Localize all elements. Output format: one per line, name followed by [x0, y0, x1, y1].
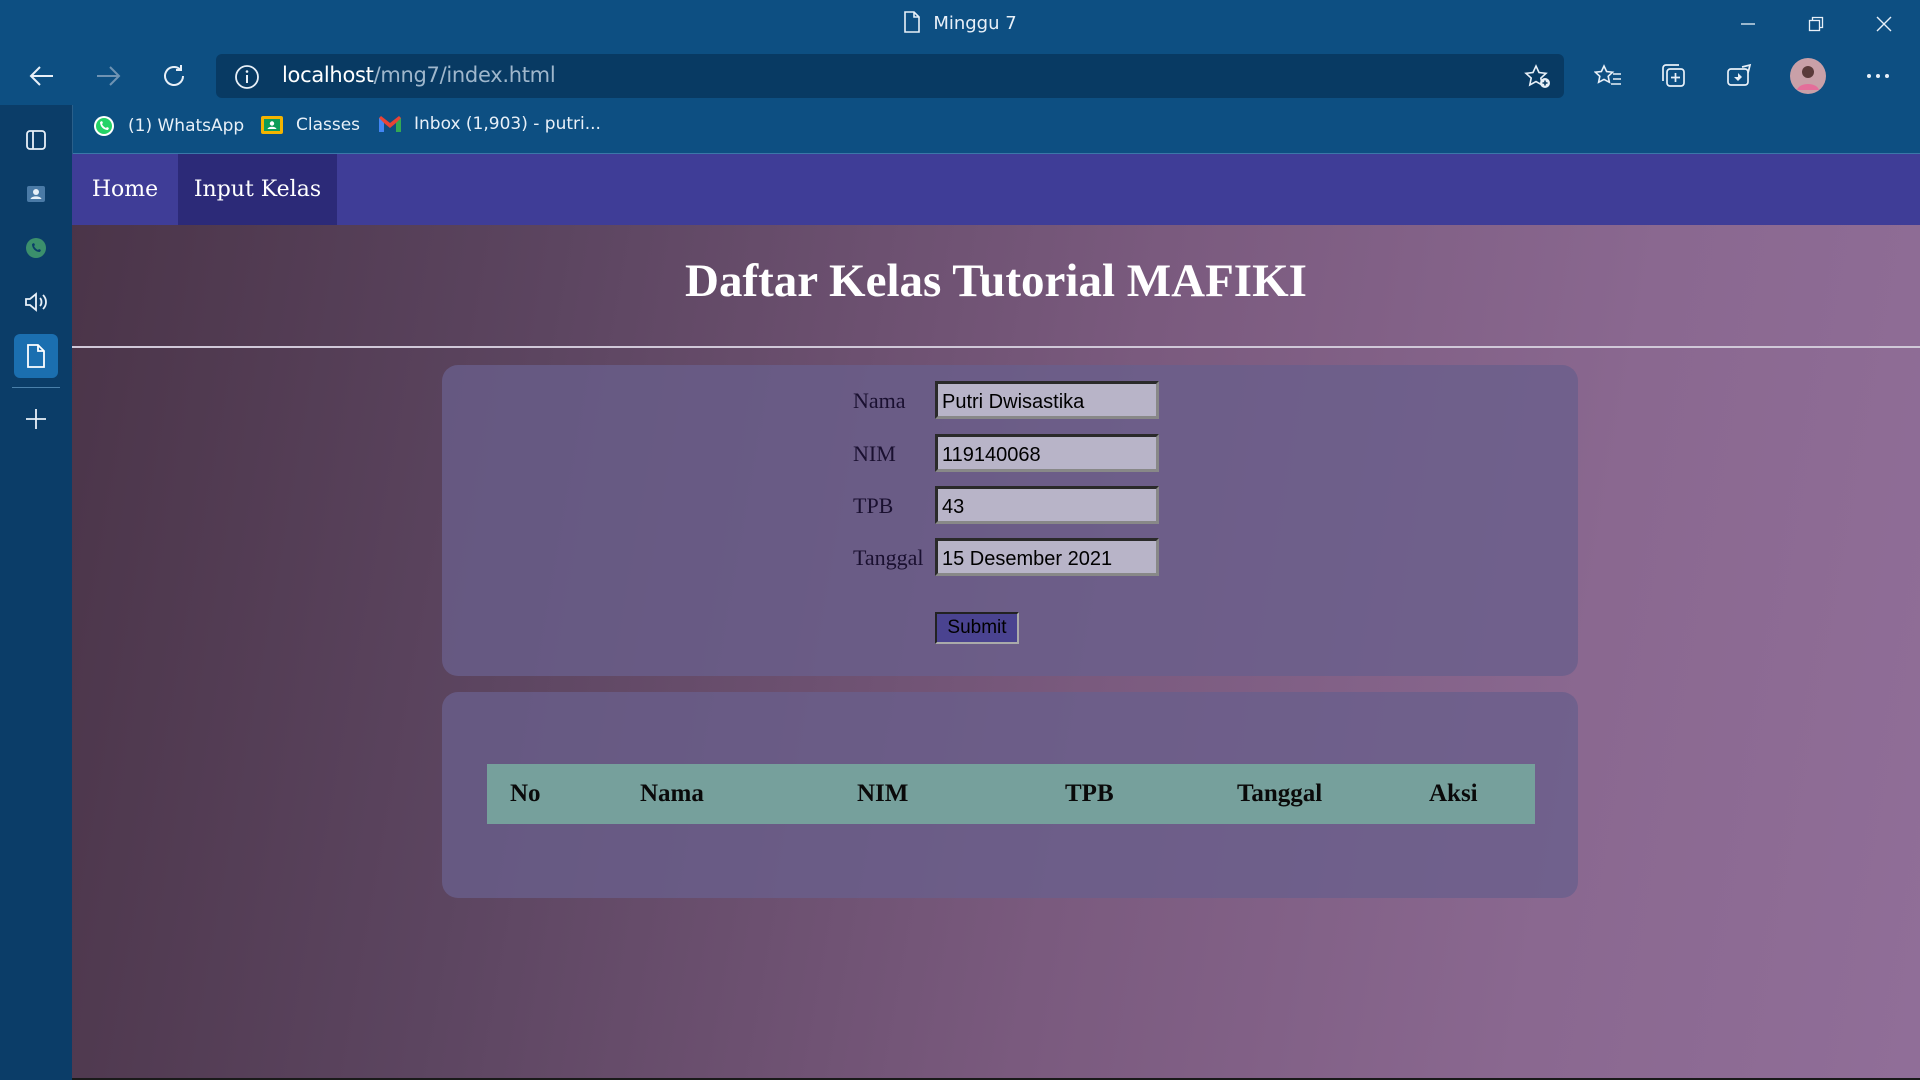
document-icon	[27, 344, 45, 368]
whatsapp-icon	[92, 114, 116, 138]
tpb-label: TPB	[853, 493, 894, 518]
table-panel: No Nama NIM TPB Tanggal Aksi	[442, 692, 1578, 898]
minimize-button[interactable]	[1714, 0, 1782, 47]
nim-input[interactable]: 119140068	[935, 434, 1159, 472]
collections-icon	[1662, 64, 1685, 87]
add-favorite-icon[interactable]	[1524, 64, 1552, 94]
sidebar-whatsapp-button[interactable]	[14, 226, 58, 270]
sidebar-profile-button[interactable]	[14, 172, 58, 216]
favorites-icon	[1594, 64, 1621, 85]
nim-label: NIM	[853, 441, 896, 466]
back-button[interactable]	[18, 52, 66, 100]
site-navbar: Home Input Kelas	[72, 154, 1920, 225]
nav-input-kelas[interactable]: Input Kelas	[178, 154, 337, 225]
browser-sidebar	[0, 105, 73, 1080]
window-titlebar: Minggu 7	[0, 0, 1920, 47]
plus-icon	[26, 409, 46, 429]
extensions-button[interactable]	[1716, 52, 1764, 100]
profile-button[interactable]	[1784, 52, 1832, 100]
column-header-nim: NIM	[857, 780, 909, 807]
column-header-aksi: Aksi	[1429, 780, 1478, 807]
nama-input[interactable]: Putri Dwisastika	[935, 381, 1159, 419]
whatsapp-icon	[26, 238, 46, 258]
column-header-tpb: TPB	[1065, 780, 1114, 807]
sidebar-divider	[12, 387, 60, 388]
tab-actions-button[interactable]	[14, 118, 58, 162]
bookmarks-bar: (1) WhatsApp Classes Inbox (1,903) - put…	[72, 105, 1920, 154]
browser-toolbar: localhost/mng7/index.html	[0, 47, 1920, 105]
favorites-button[interactable]	[1584, 52, 1632, 100]
gmail-icon	[378, 115, 402, 133]
nama-label: Nama	[853, 388, 906, 413]
nav-home[interactable]: Home	[72, 154, 178, 225]
collections-button[interactable]	[1650, 52, 1698, 100]
bookmark-label: Inbox (1,903) - putri...	[414, 114, 601, 134]
title-divider	[72, 346, 1920, 348]
address-bar[interactable]: localhost/mng7/index.html	[216, 54, 1564, 98]
window-title: Minggu 7	[933, 13, 1017, 34]
page-viewport: Home Input Kelas Daftar Kelas Tutorial M…	[72, 154, 1920, 1080]
column-header-no: No	[510, 780, 541, 807]
minimize-icon	[1741, 22, 1755, 25]
bookmark-whatsapp[interactable]: (1) WhatsApp	[92, 114, 244, 138]
tanggal-label: Tanggal	[853, 545, 924, 570]
restore-button[interactable]	[1782, 0, 1850, 47]
restore-icon	[1808, 16, 1824, 31]
speaker-icon	[25, 292, 47, 312]
bookmark-label: Classes	[296, 115, 361, 135]
bookmark-inbox[interactable]: Inbox (1,903) - putri...	[378, 114, 601, 134]
page-title: Daftar Kelas Tutorial MAFIKI	[685, 255, 1307, 307]
forward-button[interactable]	[84, 52, 132, 100]
url-host: localhost	[282, 63, 374, 87]
close-icon	[1876, 16, 1892, 31]
input-form-panel: Nama Putri Dwisastika NIM 119140068 TPB …	[442, 365, 1578, 676]
contact-card-icon	[27, 186, 45, 202]
avatar	[1790, 58, 1826, 94]
sidebar-document-button[interactable]	[14, 334, 58, 378]
url-path: /mng7/index.html	[373, 63, 556, 87]
sidebar-read-aloud-button[interactable]	[14, 280, 58, 324]
arrow-left-icon	[29, 66, 53, 86]
sidebar-add-button[interactable]	[14, 397, 58, 441]
refresh-button[interactable]	[150, 52, 198, 100]
arrow-right-icon	[97, 66, 121, 86]
submit-button[interactable]: Submit	[935, 612, 1019, 644]
bookmark-classes[interactable]: Classes	[260, 114, 360, 136]
column-header-tanggal: Tanggal	[1237, 780, 1323, 807]
site-info-icon[interactable]	[234, 64, 260, 94]
document-icon	[904, 11, 921, 33]
column-header-nama: Nama	[640, 780, 704, 807]
tpb-input[interactable]: 43	[935, 486, 1159, 524]
more-icon	[1867, 74, 1889, 78]
classroom-icon	[260, 114, 284, 136]
shield-heart-icon	[1727, 63, 1752, 86]
close-button[interactable]	[1850, 0, 1918, 47]
table-header: No Nama NIM TPB Tanggal Aksi	[487, 764, 1535, 824]
url-text[interactable]: localhost/mng7/index.html	[282, 63, 556, 87]
tanggal-input[interactable]: 15 Desember 2021	[935, 538, 1159, 576]
tabs-icon	[26, 130, 46, 150]
more-menu-button[interactable]	[1854, 52, 1902, 100]
refresh-icon	[164, 65, 184, 86]
bookmark-label: (1) WhatsApp	[128, 116, 245, 136]
